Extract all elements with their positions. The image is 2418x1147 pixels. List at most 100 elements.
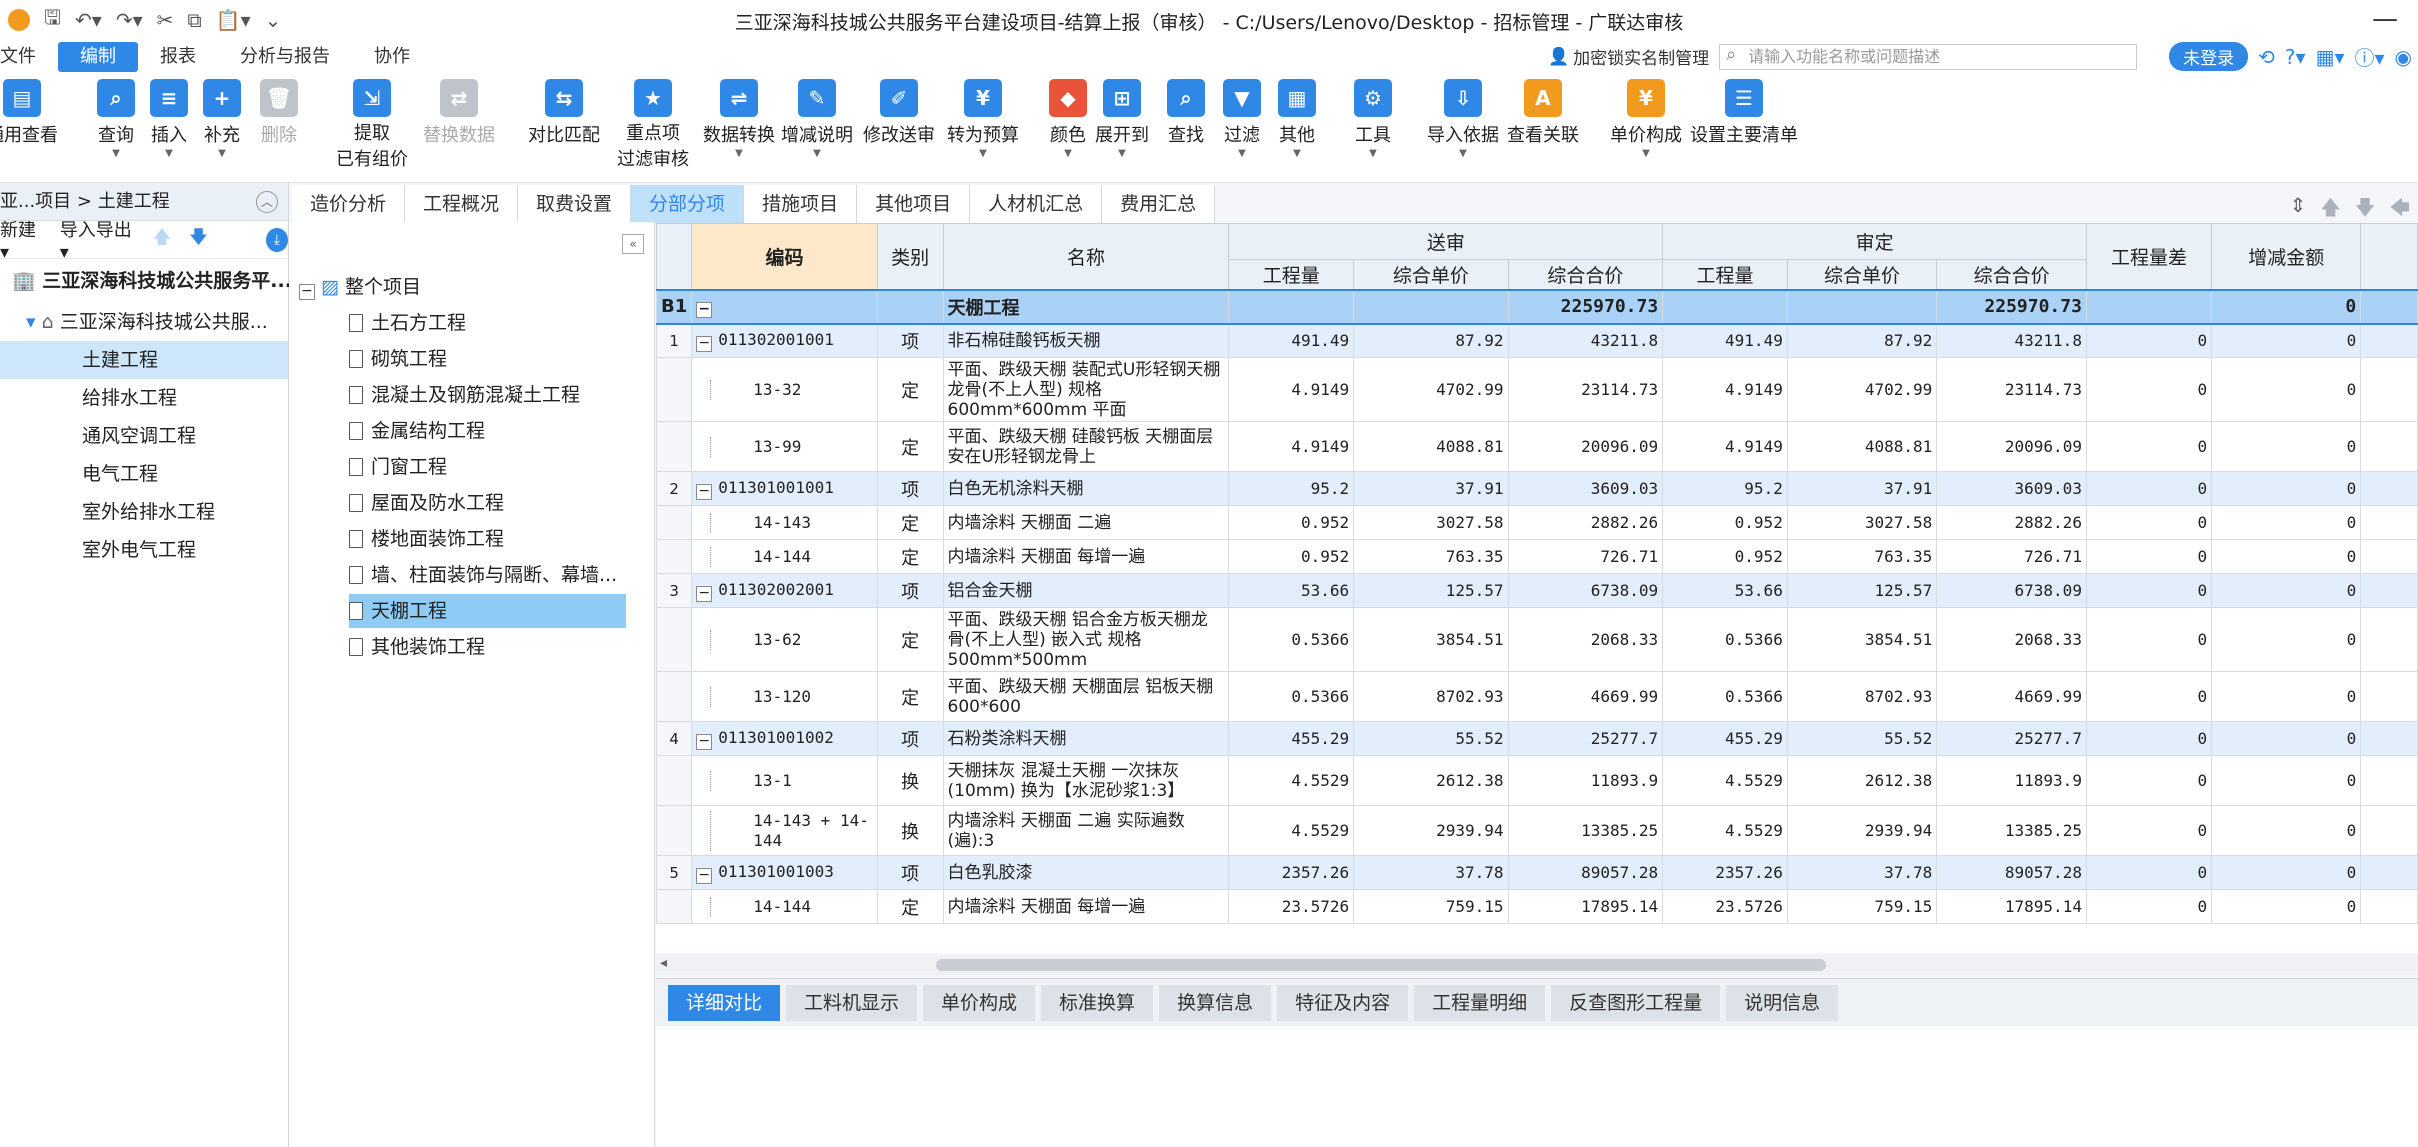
to-budget-button[interactable]: ¥ 转为预算 ▼ xyxy=(947,79,1019,159)
sent-qty-cell[interactable]: 4.9149 xyxy=(1228,421,1355,472)
tree-node-wall[interactable]: 墙、柱面装饰与隔断、幕墙... xyxy=(349,558,617,592)
audit-qty-header[interactable]: 工程量 xyxy=(1662,259,1788,290)
up-arrow-icon[interactable]: 🡅 xyxy=(2320,193,2341,227)
sent-total-cell[interactable]: 11893.9 xyxy=(1507,755,1664,806)
category-cell[interactable]: 定 xyxy=(876,357,944,422)
category-cell[interactable]: 换 xyxy=(876,805,944,856)
qty-diff-cell[interactable]: 0 xyxy=(2085,855,2213,890)
minimize-icon[interactable]: — xyxy=(2372,4,2398,34)
import-basis-button[interactable]: ⇩ 导入依据 ▼ xyxy=(1427,79,1499,159)
audit-total-cell[interactable]: 17895.14 xyxy=(1936,889,2087,924)
filter-button[interactable]: ▼ 过滤 ▼ xyxy=(1223,79,1261,159)
tree-unit-hvac[interactable]: 通风空调工程 xyxy=(0,417,288,455)
code-cell[interactable]: 14-143 xyxy=(691,505,878,540)
name-cell[interactable]: 天棚抹灰 混凝土天棚 一次抹灰(10mm) 换为【水泥砂浆1:3】 xyxy=(942,755,1230,806)
sent-price-cell[interactable]: 37.91 xyxy=(1353,471,1509,506)
audit-price-cell[interactable]: 2939.94 xyxy=(1786,805,1938,856)
change-amount-cell[interactable]: 0 xyxy=(2211,471,2362,506)
audit-total-cell[interactable]: 20096.09 xyxy=(1936,421,2087,472)
tab-qty-detail[interactable]: 工程量明细 xyxy=(1414,984,1546,1021)
sent-price-cell[interactable]: 125.57 xyxy=(1353,573,1509,608)
sent-qty-cell[interactable]: 4.5529 xyxy=(1228,805,1355,856)
import-export-button[interactable]: 导入导出▾ xyxy=(60,216,135,263)
tree-unit-outdoor-electric[interactable]: 室外电气工程 xyxy=(0,531,288,569)
code-cell[interactable]: 14-144 xyxy=(691,539,878,574)
tree-unit-plumbing[interactable]: 给排水工程 xyxy=(0,379,288,417)
tab-reverse-lookup[interactable]: 反查图形工程量 xyxy=(1551,984,1721,1021)
audit-total-cell[interactable]: 25277.7 xyxy=(1936,721,2087,756)
undo-icon[interactable]: ↶▾ xyxy=(75,8,102,32)
code-cell[interactable]: 13-99 xyxy=(691,421,878,472)
change-amount-cell[interactable]: 0 xyxy=(2211,889,2362,924)
unit-price-composition-button[interactable]: ¥ 单价构成 ▼ xyxy=(1610,79,1682,159)
audit-qty-cell[interactable]: 0.952 xyxy=(1662,505,1788,540)
quota-row[interactable]: 13-62 定平面、跌级天棚 铝合金方板天棚龙骨(不上人型) 嵌入式 规格500m… xyxy=(656,607,2418,672)
tree-node-ceiling[interactable]: 天棚工程 xyxy=(349,594,626,628)
audit-total-cell[interactable]: 2068.33 xyxy=(1936,607,2087,672)
extract-pricing-button[interactable]: ⇲ 提取 已有组价 xyxy=(336,79,408,173)
qty-diff-cell[interactable]: 0 xyxy=(2085,357,2213,422)
compare-match-button[interactable]: ⇆ 对比匹配 xyxy=(528,79,600,147)
change-amount-cell[interactable]: 0 xyxy=(2211,357,2362,422)
sent-price-cell[interactable]: 8702.93 xyxy=(1353,671,1509,722)
qty-diff-cell[interactable]: 0 xyxy=(2085,421,2213,472)
audit-qty-cell[interactable]: 0.5366 xyxy=(1662,607,1788,672)
audit-total-cell[interactable]: 3609.03 xyxy=(1936,471,2087,506)
data-convert-button[interactable]: ⇌ 数据转换 ▼ xyxy=(703,79,775,159)
audit-price-cell[interactable]: 3027.58 xyxy=(1786,505,1938,540)
change-amount-cell[interactable]: 0 xyxy=(2211,323,2362,358)
query-button[interactable]: ⌕ 查询 ▼ xyxy=(97,79,135,159)
sent-total-cell[interactable]: 2068.33 xyxy=(1507,607,1664,672)
bill-item-row[interactable]: 2−011301001001 项白色无机涂料天棚 95.2 37.91 3609.03 9… xyxy=(656,471,2418,506)
move-down-icon[interactable]: 🡇 xyxy=(189,225,208,255)
sent-qty-cell[interactable]: 0.952 xyxy=(1228,505,1355,540)
sent-price-cell[interactable]: 763.35 xyxy=(1353,539,1509,574)
bill-item-row[interactable]: 3−011302002001 项铝合金天棚 53.66 125.57 6738.09 53… xyxy=(656,573,2418,608)
audit-price-cell[interactable]: 37.78 xyxy=(1786,855,1938,890)
sent-qty-cell[interactable]: 23.5726 xyxy=(1228,889,1355,924)
tree-node-roof[interactable]: 屋面及防水工程 xyxy=(349,486,504,520)
scroll-left-icon[interactable]: ◂ xyxy=(660,955,667,971)
function-search-input[interactable]: 请输入功能名称或问题描述 xyxy=(1719,43,2138,70)
new-button[interactable]: 新建▾ xyxy=(0,216,42,263)
sent-total-cell[interactable]: 89057.28 xyxy=(1507,855,1664,890)
audit-total-cell[interactable]: 4669.99 xyxy=(1936,671,2087,722)
audit-total-cell[interactable]: 89057.28 xyxy=(1936,855,2087,890)
sent-price-cell[interactable]: 4702.99 xyxy=(1353,357,1509,422)
quota-row[interactable]: 14-144 定内墙涂料 天棚面 每增一遍 0.952 763.35 726.71 0.9… xyxy=(656,539,2418,574)
change-amount-cell[interactable]: 0 xyxy=(2211,573,2362,608)
set-main-list-button[interactable]: ☰ 设置主要清单 xyxy=(1690,79,1798,147)
tab-detail-compare[interactable]: 详细对比 xyxy=(668,984,781,1021)
name-cell[interactable]: 内墙涂料 天棚面 每增一遍 xyxy=(942,889,1230,924)
tree-node-metal[interactable]: 金属结构工程 xyxy=(349,414,485,448)
audit-qty-cell[interactable]: 4.5529 xyxy=(1662,805,1788,856)
change-amount-cell[interactable]: 0 xyxy=(2211,855,2362,890)
name-cell[interactable]: 白色乳胶漆 xyxy=(942,855,1230,890)
category-cell[interactable]: 换 xyxy=(876,755,944,806)
audit-price-cell[interactable]: 759.15 xyxy=(1786,889,1938,924)
realname-button[interactable]: 👤 加密锁实名制管理 xyxy=(1548,44,1709,70)
key-item-filter-button[interactable]: ★ 重点项 过滤审核 xyxy=(617,79,689,173)
audit-total-header[interactable]: 综合合价 xyxy=(1936,259,2087,290)
code-cell[interactable]: 13-120 xyxy=(691,671,878,722)
service-icon[interactable]: ◉ xyxy=(2395,45,2412,69)
name-cell[interactable]: 非石棉硅酸钙板天棚 xyxy=(942,323,1230,358)
code-cell[interactable]: −011301001001 xyxy=(691,471,878,506)
left-arrow-icon[interactable]: 🡄 xyxy=(2389,193,2410,227)
name-cell[interactable]: 内墙涂料 天棚面 二遍 xyxy=(942,505,1230,540)
tab-measures[interactable]: 措施项目 xyxy=(744,185,858,223)
color-button[interactable]: ◆ 颜色 ▼ xyxy=(1049,79,1087,159)
tree-node-doors-windows[interactable]: 门窗工程 xyxy=(349,450,447,484)
audit-price-cell[interactable]: 87.92 xyxy=(1786,323,1938,358)
menu-collab[interactable]: 协作 xyxy=(352,42,432,72)
sent-qty-cell[interactable]: 0.952 xyxy=(1228,539,1355,574)
help-icon[interactable]: ?▾ xyxy=(2285,45,2306,69)
sent-price-cell[interactable]: 55.52 xyxy=(1353,721,1509,756)
tree-node-masonry[interactable]: 砌筑工程 xyxy=(349,342,447,376)
audit-total-cell[interactable]: 13385.25 xyxy=(1936,805,2087,856)
code-cell[interactable]: −011302002001 xyxy=(691,573,878,608)
name-cell[interactable]: 内墙涂料 天棚面 二遍 实际遍数(遍):3 xyxy=(942,805,1230,856)
menu-file[interactable]: 文件 xyxy=(0,42,58,72)
category-cell[interactable]: 项 xyxy=(876,721,944,756)
code-cell[interactable]: 13-1 xyxy=(691,755,878,806)
